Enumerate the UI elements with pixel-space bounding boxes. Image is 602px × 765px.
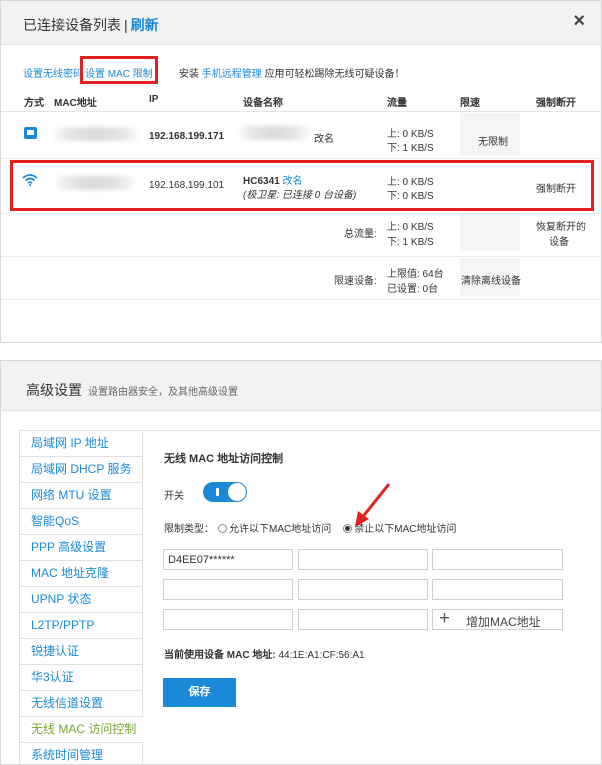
close-icon[interactable]: × [573,11,585,31]
section-title: 无线 MAC 地址访问控制 [164,453,284,465]
mac-entry-7[interactable] [163,609,293,630]
settings-sidebar: 局域网 IP 地址 局域网 DHCP 服务 网络 MTU 设置 智能QoS PP… [19,430,143,764]
rename-link[interactable]: 改名 [314,130,334,145]
sidebar-item-qos[interactable]: 智能QoS [20,509,143,535]
col-mac: MAC地址 [54,98,97,109]
dialog-header: 已连接设备列表 | 刷新 × [1,1,601,45]
sidebar-item-lan-ip[interactable]: 局域网 IP 地址 [20,431,143,457]
row-divider [1,158,601,159]
sidebar-item-dhcp[interactable]: 局域网 DHCP 服务 [20,457,143,483]
sidebar-item-time[interactable]: 系统时间管理 [20,743,143,764]
advanced-header: 高级设置 设置路由器安全，及其他高级设置 [1,361,601,411]
current-mac-value: 44:1E:A1:CF:56:A1 [278,650,365,661]
sidebar-item-ruijie[interactable]: 锐捷认证 [20,639,143,665]
remote-app-link[interactable]: 手机远程管理 [202,69,262,80]
col-speed-limit: 限速 [460,98,480,109]
radio-allow[interactable] [218,524,227,533]
mac-entry-5[interactable] [298,579,428,600]
mac-entry-2[interactable] [298,549,428,570]
mac-entry-3[interactable] [432,549,563,570]
sidebar-item-mac-clone[interactable]: MAC 地址克隆 [20,561,143,587]
speed-cell-bg [460,214,520,251]
add-mac-button[interactable]: + 增加MAC地址 [432,608,563,630]
row-divider [1,213,601,214]
traffic-up: 上: 0 KB/S [387,129,434,140]
device-ip: 192.168.199.171 [149,131,225,142]
advanced-settings-panel: 高级设置 设置路由器安全，及其他高级设置 局域网 IP 地址 局域网 DHCP … [0,360,602,765]
sidebar-item-l2tp[interactable]: L2TP/PPTP [20,613,143,639]
col-disconnect: 强制断开 [536,98,576,109]
restore-devices-link[interactable]: 恢复断开的 [536,218,586,233]
mac-entry-1[interactable] [163,549,293,570]
device-list-dialog: 已连接设备列表 | 刷新 × 设置无线密码 设置 MAC 限制 安装 手机远程管理 … [0,0,602,343]
switch-label: 开关 [164,491,184,502]
mac-address-blurred [54,127,138,141]
mac-limit-highlight [80,56,158,84]
promo-text: 安装 手机远程管理 应用可轻松踢除无线可疑设备！ [179,69,405,80]
col-ip: IP [149,94,159,105]
plus-icon: + [439,608,451,629]
option-allow-label: 允许以下MAC地址访问 [229,524,332,535]
lan-icon [24,127,37,139]
device-row-highlight [10,160,594,211]
limit-set: 已设置: 0台 [387,284,439,295]
mac-filter-toggle[interactable] [203,482,247,502]
restore-devices-link-line2[interactable]: 设备 [549,233,569,248]
mac-entry-6[interactable] [432,579,563,600]
advanced-subtitle: 设置路由器安全，及其他高级设置 [88,387,238,398]
header-divider [1,111,601,112]
add-mac-label: 增加MAC地址 [466,615,541,629]
limit-type-label: 限制类型： [164,524,214,535]
sidebar-item-mtu[interactable]: 网络 MTU 设置 [20,483,143,509]
col-traffic: 流量 [387,98,407,109]
sidebar-item-channel[interactable]: 无线信道设置 [20,691,143,717]
limit-max: 上限值: 64台 [387,269,444,280]
clear-offline-link[interactable]: 清除离线设备 [461,272,521,287]
total-up: 上: 0 KB/S [387,222,434,233]
current-mac-row: 当前使用设备 MAC 地址: 44:1E:A1:CF:56:A1 [164,646,365,661]
advanced-title: 高级设置 [26,382,82,398]
refresh-link[interactable]: 刷新 [131,17,159,33]
total-label: 总流量: [344,229,377,240]
limit-devices-label: 限速设备: [334,276,377,287]
save-button[interactable]: 保存 [163,678,236,707]
sidebar-item-mac-access[interactable]: 无线 MAC 访问控制 [20,717,143,743]
row-divider [1,256,601,257]
row-divider [1,299,601,300]
dialog-title: 已连接设备列表 | 刷新 [23,15,159,35]
mac-entry-4[interactable] [163,579,293,600]
mac-entry-8[interactable] [298,609,428,630]
col-device-name: 设备名称 [243,98,283,109]
col-type: 方式 [24,98,44,109]
speed-limit-link[interactable]: 无限制 [478,133,508,148]
sidebar-item-h3c[interactable]: 华3认证 [20,665,143,691]
wifi-password-link[interactable]: 设置无线密码 [23,65,83,80]
total-down: 下: 1 KB/S [387,237,434,248]
current-mac-label: 当前使用设备 MAC 地址: [164,650,276,661]
sidebar-item-ppp[interactable]: PPP 高级设置 [20,535,143,561]
title-separator: | [124,17,128,33]
traffic-down: 下: 1 KB/S [387,143,434,154]
sidebar-item-upnp[interactable]: UPNP 状态 [20,587,143,613]
dialog-title-text: 已连接设备列表 [23,17,121,33]
toggle-knob [228,483,246,501]
device-name-blurred [239,126,309,140]
red-arrow-annotation [355,483,391,527]
toggle-on-mark [216,488,219,496]
limit-type-row: 限制类型： 允许以下MAC地址访问 禁止以下MAC地址访问 [164,520,456,535]
content-divider [143,430,601,431]
